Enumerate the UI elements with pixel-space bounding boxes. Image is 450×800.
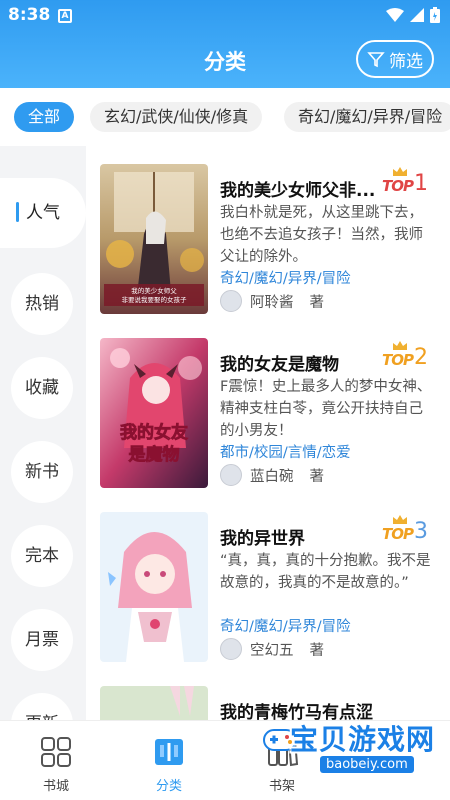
book-item[interactable]: 我的女友 是魔物 我的女友是魔物 TOP 2 F震惊！史上最多人的梦中女神、精神… [100, 338, 440, 488]
book-author: 空幻五 著 [220, 638, 324, 660]
rank-top-label: TOP [382, 177, 414, 195]
side-item-monthly-votes[interactable]: 月票 [11, 609, 73, 671]
book-cover[interactable] [100, 512, 208, 662]
watermark-text: 宝贝游戏网 [290, 723, 436, 756]
book-tags[interactable]: 奇幻/魔幻/异界/冒险 [220, 615, 351, 636]
tab-xuanhuan[interactable]: 玄幻/武侠/仙侠/修真 [90, 102, 263, 132]
rank-top-label: TOP [382, 351, 414, 369]
book-title[interactable]: 我的异世界 [220, 524, 390, 549]
book-cover[interactable] [100, 686, 208, 720]
author-name: 蓝白碗 [250, 468, 294, 485]
book-author: 阿聆酱 著 [220, 290, 324, 312]
battery-icon [430, 7, 440, 23]
book-cover[interactable]: 我的美少女师父 非要说我要娶的女孩子 [100, 164, 208, 314]
svg-text:我的女友: 我的女友 [120, 422, 188, 443]
signal-icon [410, 8, 424, 22]
book-item[interactable]: 我的异世界 TOP 3 “真，真，真的十分抱歉。我不是故意的，我真的不是故意的。… [100, 512, 440, 662]
filter-label: 筛选 [389, 51, 423, 72]
rank-number: 2 [414, 345, 428, 370]
author-suffix: 著 [309, 294, 325, 311]
active-indicator [16, 202, 19, 222]
rank-number: 1 [414, 171, 428, 196]
side-nav: 人气 热销 收藏 新书 完本 月票 更新 [0, 146, 86, 720]
author-name: 阿聆酱 [250, 294, 294, 311]
filter-icon [367, 52, 385, 68]
nav-label: 书城 [42, 779, 69, 794]
book-author: 蓝白碗 著 [220, 464, 324, 486]
side-item-hot-sales[interactable]: 热销 [11, 273, 73, 335]
watermark-url: baobeiy.com [320, 756, 414, 773]
status-time: 8:38 [8, 5, 51, 25]
book-title[interactable]: 我的美少女师父非... [220, 176, 390, 201]
book-open-icon [152, 735, 186, 769]
header: 8:38 A 分类 筛选 [0, 0, 450, 88]
nav-bookstore[interactable]: 书城 [16, 735, 96, 794]
author-avatar [220, 464, 242, 486]
book-cover[interactable]: 我的女友 是魔物 [100, 338, 208, 488]
tab-all[interactable]: 全部 [14, 102, 75, 132]
watermark: 宝贝游戏网 baobeiy.com [260, 712, 450, 784]
tab-qihuan[interactable]: 奇幻/魔幻/异界/冒险 [284, 102, 450, 132]
book-tags[interactable]: 奇幻/魔幻/异界/冒险 [220, 267, 351, 288]
side-item-favorites[interactable]: 收藏 [11, 357, 73, 419]
svg-text:我的美少女师父: 我的美少女师父 [131, 286, 177, 295]
side-item-new-books[interactable]: 新书 [11, 441, 73, 503]
author-name: 空幻五 [250, 642, 294, 659]
filter-button[interactable]: 筛选 [356, 40, 434, 78]
status-icons [386, 7, 440, 23]
rank-top-label: TOP [382, 525, 414, 543]
rank-number: 3 [414, 519, 428, 544]
svg-text:是魔物: 是魔物 [129, 444, 180, 465]
book-description: “真，真，真的十分抱歉。我不是故意的，我真的不是故意的。” [220, 553, 431, 591]
book-description: 我白朴就是死，从这里跳下去，也绝不去追女孩子！当然，我师父让的除外。 [220, 205, 423, 265]
book-tags[interactable]: 都市/校园/言情/恋爱 [220, 441, 351, 462]
author-suffix: 著 [309, 642, 325, 659]
nav-label: 分类 [155, 779, 182, 794]
side-item-popular[interactable]: 人气 [0, 178, 86, 248]
rank-badge: TOP 2 [382, 340, 434, 372]
app-notification-icon: A [58, 9, 72, 23]
book-list: 我的美少女师父 非要说我要娶的女孩子 我的美少女师父非... TOP 1 我白朴… [86, 146, 450, 720]
author-suffix: 著 [309, 468, 325, 485]
book-item[interactable]: 我的美少女师父 非要说我要娶的女孩子 我的美少女师父非... TOP 1 我白朴… [100, 164, 440, 314]
svg-text:非要说我要娶的女孩子: 非要说我要娶的女孩子 [122, 295, 188, 304]
grid-icon [39, 735, 73, 769]
author-avatar [220, 290, 242, 312]
book-description: F震惊！史上最多人的梦中女神、精神支柱白苓，竟公开扶持自己的小男友！ [220, 379, 432, 439]
status-bar: 8:38 A [0, 0, 450, 32]
category-tabs: 全部 玄幻/武侠/仙侠/修真 奇幻/魔幻/异界/冒险 [0, 88, 450, 146]
side-item-label: 人气 [26, 203, 60, 223]
side-item-completed[interactable]: 完本 [11, 525, 73, 587]
author-avatar [220, 638, 242, 660]
side-item-updated[interactable]: 更新 [11, 693, 73, 720]
book-title[interactable]: 我的女友是魔物 [220, 350, 390, 375]
rank-badge: TOP 3 [382, 514, 434, 546]
wifi-icon [386, 8, 404, 22]
nav-category[interactable]: 分类 [129, 735, 209, 794]
rank-badge: TOP 1 [382, 166, 434, 198]
